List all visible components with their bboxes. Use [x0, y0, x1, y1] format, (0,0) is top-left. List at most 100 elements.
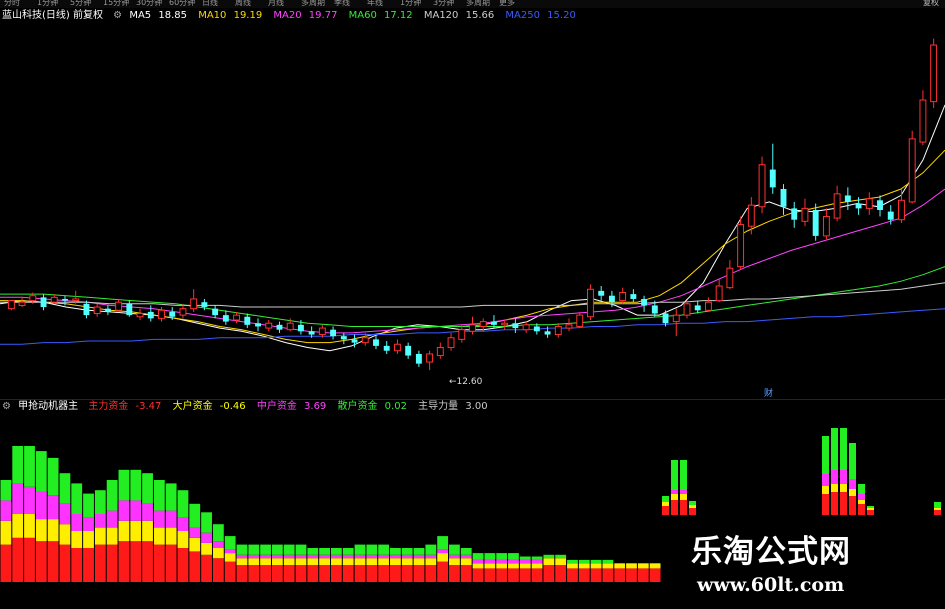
period-tab[interactable]: 分时 [4, 0, 20, 8]
indicator-bar-segment [35, 519, 47, 542]
indicator-bar-segment [71, 483, 83, 514]
indicator-bar-segment [83, 531, 94, 548]
candle-body [7, 300, 15, 310]
indicator-bar-segment [201, 542, 212, 555]
period-tab[interactable]: 1分钟 [37, 0, 58, 8]
period-tab[interactable]: 30分钟 [136, 0, 162, 8]
candle-body [244, 316, 251, 325]
indicator-bar-segment [484, 563, 496, 569]
indicator-bar-segment [24, 446, 35, 487]
candle-body [726, 267, 734, 289]
indicator-bar-segment [165, 483, 177, 511]
candle-body [351, 339, 358, 343]
indicator-bar-segment [177, 490, 189, 518]
candle-body [651, 305, 658, 314]
indicator-bar-segment [413, 554, 425, 559]
indicator-bar-segment [307, 548, 319, 555]
indicator-bar-segment [260, 544, 271, 555]
candle-body [844, 195, 851, 202]
candle-body [469, 324, 476, 332]
candle-body [715, 285, 723, 302]
low-price-annotation: ←12.60 [449, 377, 483, 387]
indicator-bar-segment [212, 548, 224, 559]
period-tab[interactable]: 周线 [235, 0, 251, 8]
indicator-bar-segment [425, 565, 437, 582]
indicator-bar-segment [567, 563, 578, 569]
indicator-bar-segment [142, 520, 153, 542]
indicator-bar-segment [662, 496, 669, 502]
indicator-bar-segment [130, 541, 142, 582]
candle-body [908, 138, 916, 203]
indicator-bar-segment [378, 544, 390, 555]
indicator-bar-segment [390, 565, 401, 582]
indicator-bar-segment [24, 486, 35, 514]
candle-body [479, 321, 487, 327]
indicator-bar-segment [637, 568, 649, 582]
indicator-bar-segment [94, 527, 106, 545]
indicator-bar-segment [602, 568, 614, 582]
indicator-bar-segment [614, 568, 626, 582]
indicator-bar-segment [295, 544, 307, 555]
period-tab[interactable]: 年线 [367, 0, 383, 8]
candle-body [780, 188, 787, 207]
indicator-bar-segment [35, 491, 47, 520]
finance-mark-icon[interactable]: 财 [764, 386, 773, 399]
candle-body [18, 301, 26, 306]
indicator-bar-segment [390, 548, 401, 555]
indicator-bar-segment [649, 563, 661, 569]
candle-body [405, 345, 412, 356]
candle-body [393, 343, 401, 352]
indicator-bar-segment [201, 554, 212, 582]
indicator-bar-segment [849, 496, 856, 516]
period-tab[interactable]: 3分钟 [433, 0, 454, 8]
candle-body [769, 169, 776, 188]
candle-body [554, 325, 562, 336]
indicator-bar-segment [508, 563, 519, 569]
indicator-bar-segment [35, 451, 47, 492]
indicator-bar-segment [519, 568, 531, 582]
candle-body [340, 336, 347, 340]
indicator-bar-segment [189, 503, 201, 528]
candle-body [286, 322, 294, 331]
candle-body [126, 303, 133, 316]
period-tab[interactable]: 15分钟 [103, 0, 129, 8]
candle-body [919, 99, 927, 143]
indicator-bar-segment [260, 554, 271, 559]
indicator-bar-segment [590, 568, 602, 582]
indicator-bar-segment [831, 428, 838, 470]
indicator-bar-segment [47, 457, 59, 496]
indicator-bar-segment [822, 486, 829, 494]
period-tab[interactable]: 5分钟 [70, 0, 91, 8]
candle-body [791, 208, 798, 220]
period-tab[interactable]: 1分钟 [400, 0, 421, 8]
price-chart[interactable] [0, 20, 945, 398]
indicator-bar-segment [934, 502, 941, 508]
period-tab[interactable]: 季线 [334, 0, 350, 8]
indicator-bar-segment [12, 537, 24, 582]
indicator-bar-segment [508, 553, 519, 560]
period-tab[interactable]: 多周期 [301, 0, 325, 8]
indicator-bar-segment [543, 558, 555, 565]
indicator-bar-segment [555, 558, 567, 565]
period-tab[interactable]: 更多 [499, 0, 515, 8]
period-tab[interactable]: 日线 [202, 0, 218, 8]
indicator-bar-segment [118, 500, 130, 521]
indicator-bar-segment [840, 492, 847, 516]
indicator-bar-segment [460, 554, 472, 559]
candle-body [662, 313, 669, 324]
indicator-bar-segment [822, 436, 829, 474]
indicator-bar-segment [413, 558, 425, 565]
indicator-bar-segment [378, 565, 390, 582]
candle-body [855, 203, 862, 209]
period-tab[interactable]: 月线 [268, 0, 284, 8]
period-tab[interactable]: 60分钟 [169, 0, 195, 8]
candle-body [308, 331, 315, 335]
indicator-bar-segment [59, 524, 71, 545]
indicator-bar-segment [295, 558, 307, 565]
right-adjust-label[interactable]: 复权 [923, 0, 939, 8]
candle-body [212, 308, 219, 316]
indicator-bar-segment [236, 544, 248, 555]
candle-body [822, 215, 830, 237]
period-tab[interactable]: 多周期 [466, 0, 490, 8]
indicator-bar-segment [858, 494, 865, 500]
